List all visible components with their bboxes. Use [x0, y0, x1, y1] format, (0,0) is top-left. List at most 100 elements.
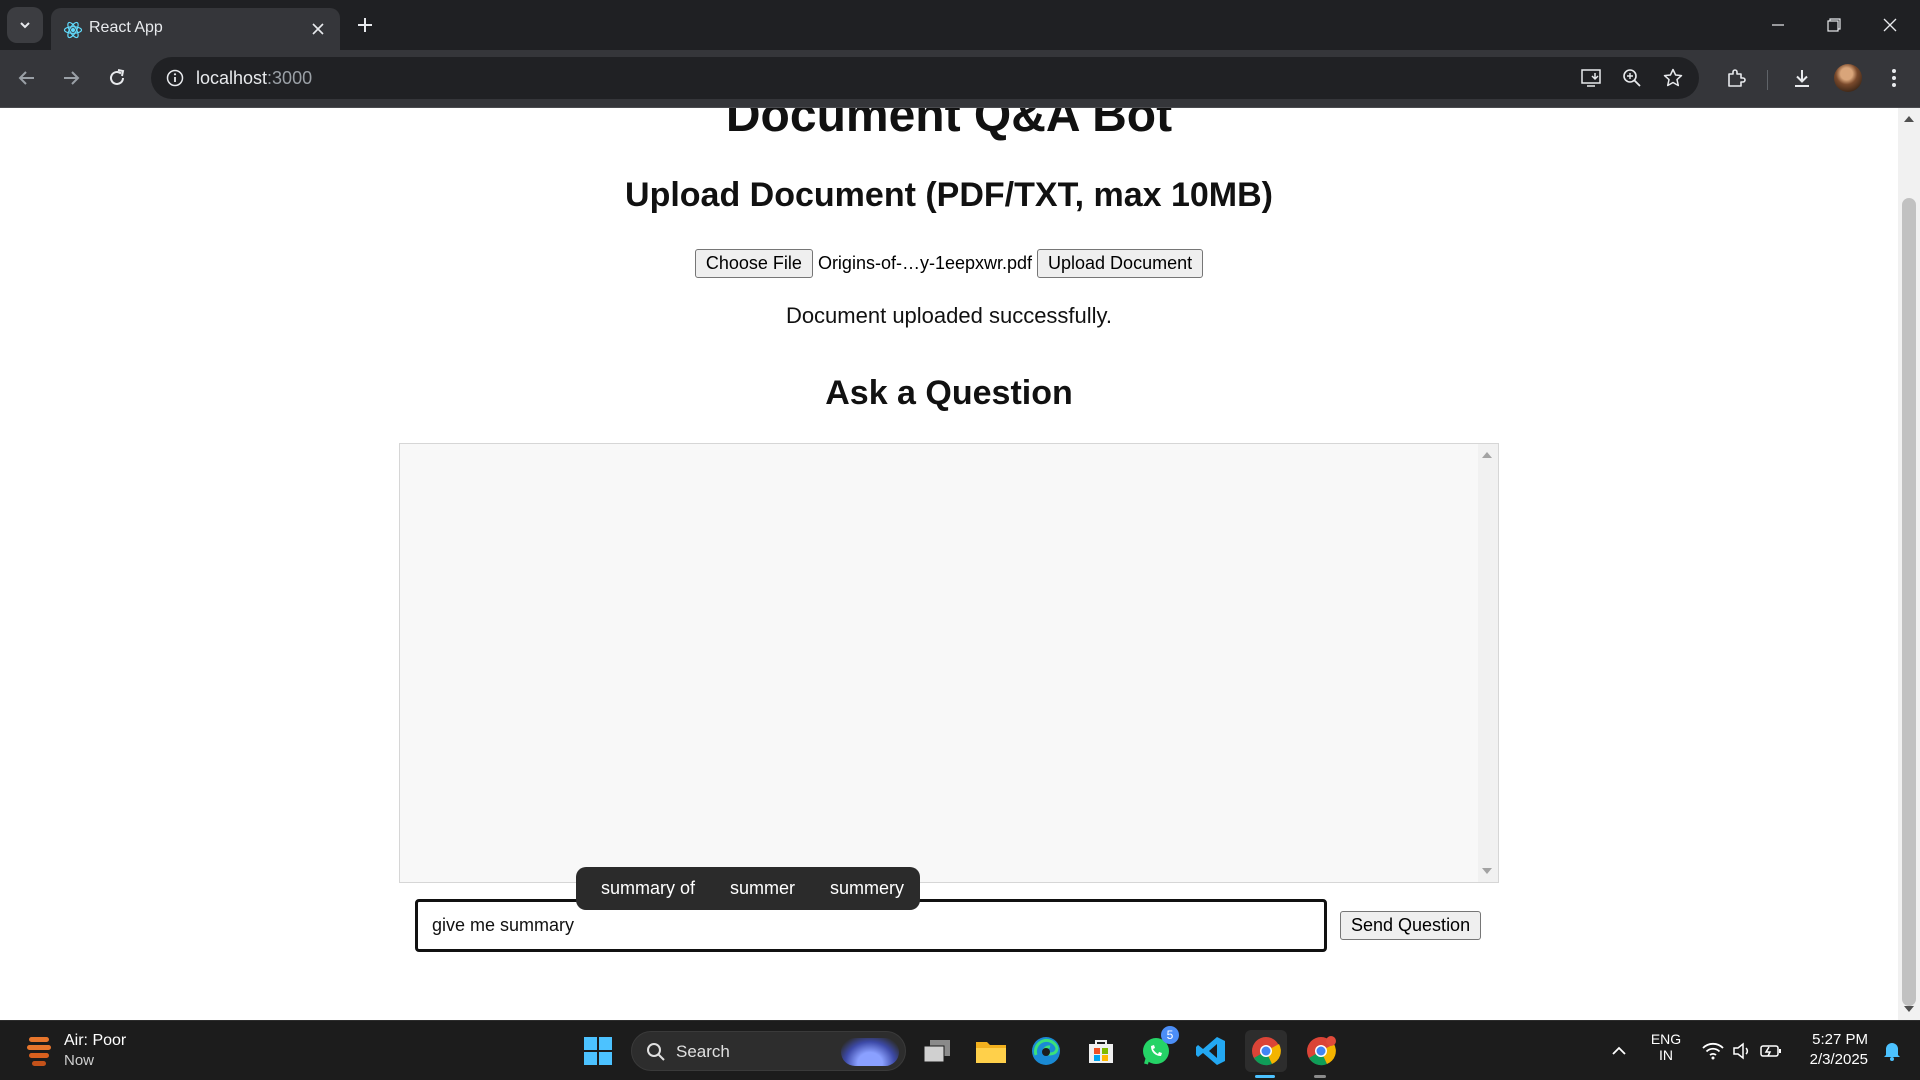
battery-icon [1760, 1045, 1781, 1057]
reload-icon [110, 69, 125, 85]
chrome-button[interactable] [1245, 1030, 1287, 1072]
scroll-down-arrow-icon[interactable] [1904, 1006, 1914, 1012]
file-explorer-button[interactable] [970, 1030, 1012, 1072]
profile-avatar[interactable] [1834, 64, 1862, 92]
chrome-icon [1307, 1036, 1336, 1066]
choose-file-button[interactable]: Choose File [694, 249, 813, 278]
zoom-in-icon [1623, 69, 1641, 87]
page-title: Document Q&A Bot [725, 108, 1173, 142]
suggestion-item[interactable]: summary of [601, 878, 695, 899]
download-icon [1795, 70, 1809, 87]
language-indicator[interactable]: ENG IN [1648, 1031, 1684, 1063]
clock[interactable]: 5:27 PM 2/3/2025 [1800, 1030, 1868, 1070]
upload-document-button[interactable]: Upload Document [1037, 249, 1204, 278]
taskbar-search[interactable]: Search [631, 1031, 906, 1071]
upload-heading: Upload Document (PDF/TXT, max 10MB) [625, 176, 1273, 214]
url-text: localhost:3000 [196, 68, 312, 89]
notifications-button[interactable] [1872, 1030, 1912, 1072]
react-logo-icon [63, 21, 83, 39]
start-button[interactable] [577, 1030, 619, 1072]
clock-time: 5:27 PM [1812, 1031, 1868, 1048]
close-icon [312, 23, 324, 35]
send-question-button[interactable]: Send Question [1340, 911, 1482, 940]
task-view-icon [923, 1040, 950, 1063]
bell-icon [1884, 1043, 1900, 1061]
forward-button[interactable] [52, 59, 90, 97]
menu-button[interactable] [1878, 62, 1910, 94]
upload-status-message: Document uploaded successfully. [785, 303, 1113, 328]
selected-file-name: Origins-of-…y-1eepxwr.pdf [817, 253, 1033, 273]
show-hidden-icons-button[interactable] [1597, 1030, 1641, 1072]
taskbar: Air: Poor Now Search 5 ENG IN 5:27 PM 2/… [0, 1020, 1920, 1080]
suggestion-item[interactable]: summer [730, 878, 795, 899]
site-info-button[interactable] [159, 62, 191, 94]
info-icon [166, 69, 184, 87]
windows-logo-icon [584, 1037, 612, 1065]
active-app-indicator [1255, 1075, 1275, 1078]
arrow-left-icon [18, 71, 34, 85]
browser-toolbar: localhost:3000 [0, 50, 1920, 108]
bookmark-button[interactable] [1659, 64, 1687, 92]
plus-icon [358, 18, 372, 32]
address-bar[interactable]: localhost:3000 [151, 57, 1699, 99]
folder-icon [976, 1042, 1006, 1063]
suggestion-item[interactable]: summery [830, 878, 904, 899]
running-indicator [1314, 1075, 1326, 1078]
search-icon [647, 1043, 665, 1061]
chevron-down-icon [20, 22, 30, 29]
chrome-icon [1252, 1037, 1281, 1066]
chat-scrollbar[interactable] [1478, 444, 1498, 882]
minimize-icon [1772, 24, 1784, 26]
autocomplete-suggestions: summary of summer summery [576, 867, 921, 910]
weather-title[interactable]: Air: Poor [64, 1032, 126, 1050]
whatsapp-button[interactable]: 5 [1135, 1026, 1179, 1072]
vscode-icon [1196, 1037, 1225, 1065]
zoom-button[interactable] [1618, 64, 1646, 92]
weather-time: Now [64, 1052, 95, 1069]
close-icon [1883, 18, 1897, 32]
tab-strip: React App [0, 0, 1920, 50]
language-code: ENG [1650, 1031, 1682, 1047]
air-quality-icon[interactable] [26, 1033, 52, 1067]
question-input-value: give me summary [432, 915, 575, 935]
store-icon [1089, 1040, 1113, 1063]
vscode-button[interactable] [1190, 1030, 1232, 1072]
puzzle-icon [1728, 69, 1746, 87]
scrollbar-thumb[interactable] [1902, 198, 1916, 1006]
volume-icon [1733, 1042, 1749, 1060]
active-tab[interactable]: React App [51, 8, 340, 50]
close-window-button[interactable] [1862, 0, 1918, 50]
taskbar-search-label: Search [676, 1042, 730, 1061]
upload-row: Choose File Origins-of-…y-1eepxwr.pdf Up… [0, 249, 1898, 278]
store-button[interactable] [1080, 1030, 1122, 1072]
extensions-button[interactable] [1720, 62, 1752, 94]
more-vertical-icon [1892, 69, 1896, 87]
task-view-button[interactable] [916, 1030, 958, 1072]
back-button[interactable] [8, 59, 46, 97]
chevron-up-icon [1612, 1046, 1626, 1055]
page-scrollbar[interactable] [1898, 108, 1920, 1020]
scroll-down-arrow-icon[interactable] [1482, 868, 1492, 874]
toolbar-separator [1767, 70, 1768, 90]
tab-close-button[interactable] [304, 15, 332, 43]
tab-search-button[interactable] [7, 7, 43, 43]
arrow-right-icon [64, 71, 80, 85]
chat-history[interactable] [399, 443, 1499, 883]
reload-button[interactable] [98, 59, 136, 97]
page-content: Document Q&A Bot Upload Document (PDF/TX… [0, 108, 1898, 1020]
restore-button[interactable] [1806, 0, 1862, 50]
minimize-button[interactable] [1750, 0, 1806, 50]
url-port: :3000 [267, 68, 313, 88]
chrome-profile-button[interactable] [1300, 1030, 1342, 1072]
new-tab-button[interactable] [348, 10, 382, 40]
scroll-up-arrow-icon[interactable] [1904, 116, 1914, 122]
scroll-up-arrow-icon[interactable] [1482, 452, 1492, 458]
system-tray-quick-settings[interactable] [1692, 1030, 1792, 1072]
search-highlight-icon [841, 1038, 899, 1066]
edge-button[interactable] [1025, 1030, 1067, 1072]
downloads-button[interactable] [1786, 62, 1818, 94]
restore-icon [1827, 18, 1841, 32]
install-app-button[interactable] [1578, 64, 1606, 92]
url-host: localhost [196, 68, 268, 88]
tab-title: React App [89, 19, 163, 36]
